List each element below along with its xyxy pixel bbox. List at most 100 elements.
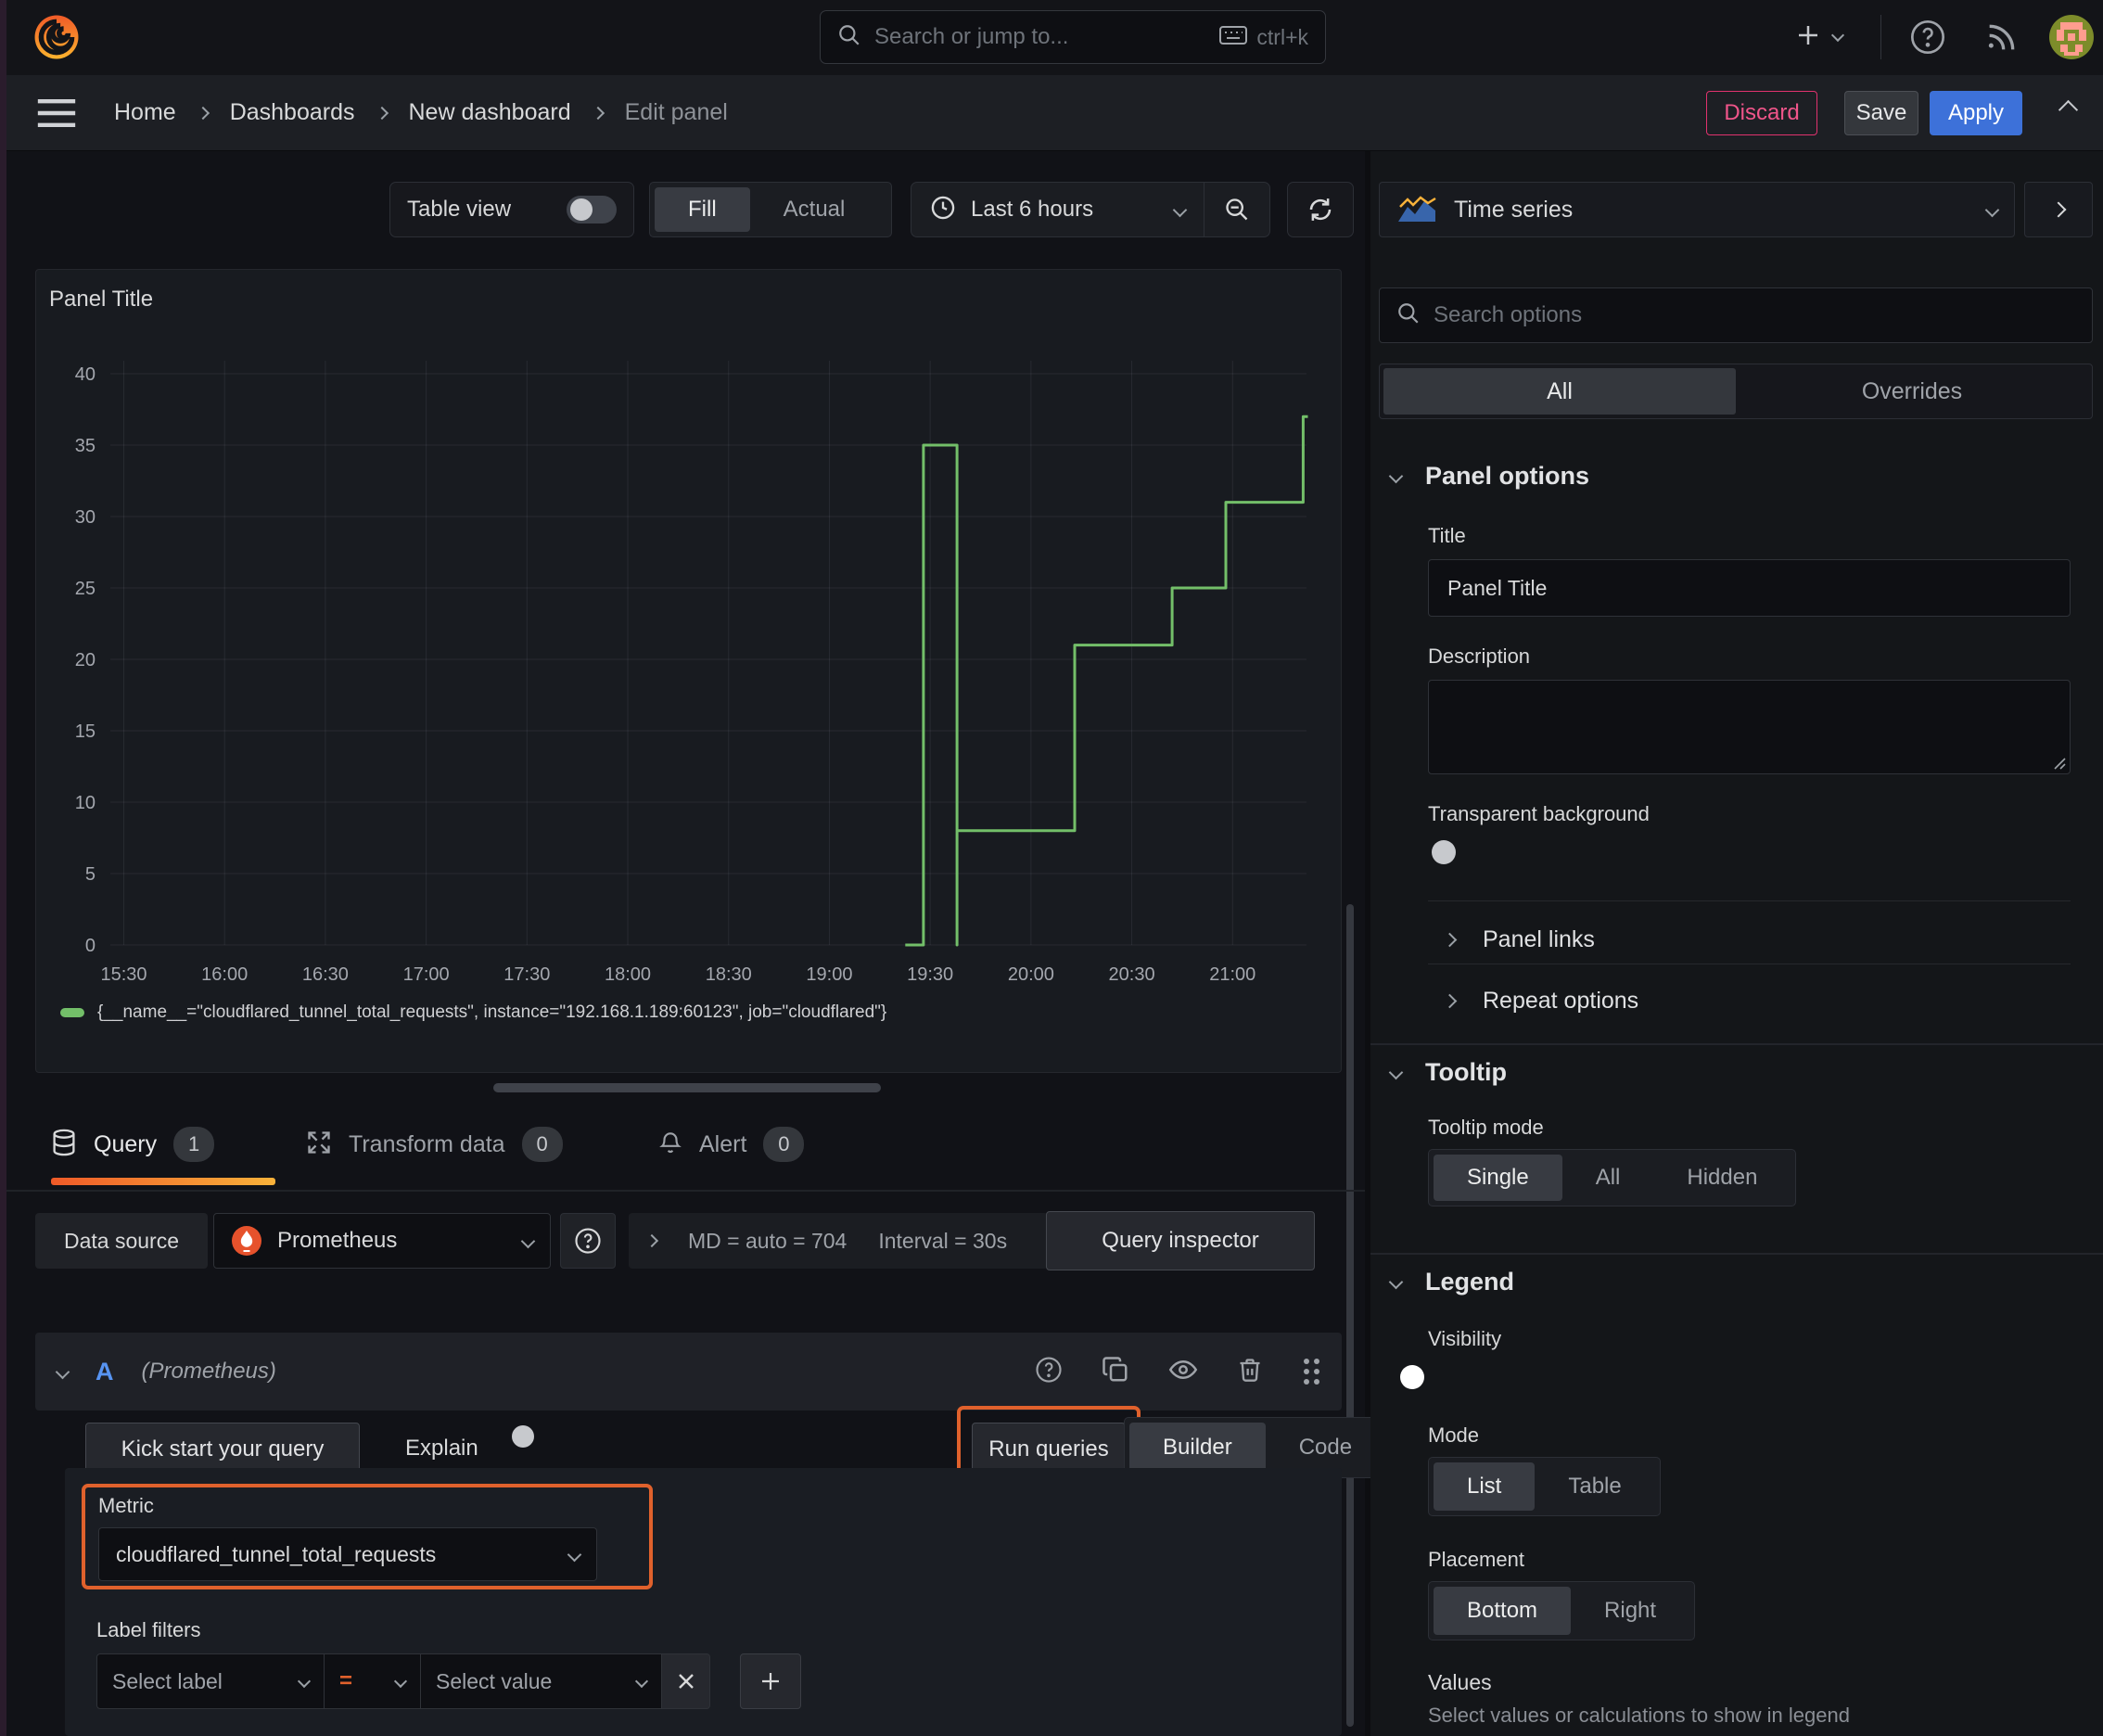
fill-actual-switch: Fill Actual — [649, 182, 892, 237]
kick-start-label: Kick start your query — [121, 1436, 325, 1462]
panel-links-section[interactable]: Panel links — [1442, 917, 1595, 962]
svg-text:35: 35 — [75, 436, 96, 456]
discard-button[interactable]: Discard — [1706, 91, 1817, 135]
chevron-down-icon — [297, 1674, 312, 1689]
active-tab-underline — [51, 1178, 275, 1185]
breadcrumb-bar: Home Dashboards New dashboard Edit panel… — [6, 75, 2103, 151]
datasource-label-chip: Data source — [35, 1213, 208, 1269]
grafana-logo[interactable] — [31, 10, 83, 64]
chevron-down-icon — [520, 1233, 536, 1248]
save-button[interactable]: Save — [1844, 91, 1918, 135]
user-avatar[interactable] — [2049, 15, 2094, 59]
add-button[interactable] — [1794, 17, 1845, 57]
chevron-down-icon — [1830, 28, 1845, 43]
tooltip-title: Tooltip — [1425, 1058, 1507, 1086]
values-label: Values — [1428, 1670, 1492, 1694]
time-range-control: Last 6 hours — [911, 182, 1270, 237]
tab-all[interactable]: All — [1383, 368, 1736, 415]
breadcrumb-home[interactable]: Home — [114, 99, 176, 126]
operator-dropdown[interactable]: = — [325, 1653, 421, 1709]
fill-option[interactable]: Fill — [655, 187, 750, 232]
add-filter-button[interactable] — [740, 1653, 801, 1709]
options-search-box[interactable]: Search options — [1379, 287, 2093, 343]
query-row-header[interactable]: A (Prometheus) — [35, 1333, 1342, 1410]
delete-query-icon[interactable] — [1237, 1356, 1263, 1388]
apply-button[interactable]: Apply — [1930, 91, 2022, 135]
tooltip-header[interactable]: Tooltip — [1388, 1058, 1507, 1087]
query-options-summary[interactable]: MD = auto = 704 Interval = 30s — [629, 1213, 1048, 1269]
time-range-picker[interactable]: Last 6 hours — [911, 183, 1204, 236]
news-rss-button[interactable] — [1983, 19, 2020, 60]
select-value-placeholder: Select value — [436, 1668, 553, 1693]
svg-text:30: 30 — [75, 507, 96, 528]
code-option[interactable]: Code — [1266, 1423, 1385, 1473]
remove-filter-button[interactable] — [662, 1653, 710, 1709]
visibility-label: Visibility — [1428, 1327, 1502, 1350]
panel-options-header[interactable]: Panel options — [1388, 462, 1589, 491]
query-ref-id[interactable]: A — [96, 1358, 114, 1386]
builder-option[interactable]: Builder — [1129, 1423, 1266, 1473]
actual-option[interactable]: Actual — [750, 187, 879, 232]
description-textarea[interactable] — [1428, 680, 2071, 774]
metric-select[interactable]: cloudflared_tunnel_total_requests — [98, 1527, 597, 1581]
table-view-toggle[interactable] — [567, 196, 617, 223]
tabs-divider — [6, 1190, 1365, 1192]
query-inspector-button[interactable]: Query inspector — [1046, 1211, 1315, 1270]
table-view-label: Table view — [407, 197, 512, 222]
interval-value: Interval = 30s — [878, 1228, 1008, 1253]
svg-text:5: 5 — [85, 864, 96, 885]
placement-right-option[interactable]: Right — [1571, 1587, 1689, 1635]
options-tabs: All Overrides — [1379, 364, 2093, 419]
tooltip-all-option[interactable]: All — [1562, 1155, 1654, 1201]
breadcrumb-new-dashboard[interactable]: New dashboard — [409, 99, 571, 126]
legend-series-label[interactable]: {__name__="cloudflared_tunnel_total_requ… — [97, 1002, 886, 1023]
left-pane-scrollbar[interactable] — [1346, 904, 1354, 1727]
zoom-out-button[interactable] — [1204, 183, 1269, 236]
time-series-chart[interactable]: 0 5 10 15 20 25 30 35 40 15:30 16:00 16:30 17:00 17:3… — [38, 344, 1336, 993]
tab-transform-data[interactable]: Transform data 0 — [306, 1113, 563, 1176]
select-label-dropdown[interactable]: Select label — [96, 1653, 325, 1709]
tab-query[interactable]: Query 1 — [51, 1113, 215, 1176]
panel-title[interactable]: Panel Title — [49, 287, 153, 313]
tab-overrides[interactable]: Overrides — [1736, 368, 2088, 415]
keyboard-icon — [1219, 25, 1248, 50]
pane-resize-handle[interactable] — [493, 1083, 881, 1092]
visualization-picker[interactable]: Time series — [1379, 182, 2015, 237]
legend-header[interactable]: Legend — [1388, 1268, 1515, 1296]
datasource-select[interactable]: Prometheus — [213, 1213, 551, 1269]
help-button[interactable] — [1909, 19, 1946, 60]
tooltip-hidden-option[interactable]: Hidden — [1653, 1155, 1791, 1201]
drag-handle-icon[interactable] — [1304, 1359, 1319, 1385]
hide-query-icon[interactable] — [1168, 1356, 1198, 1388]
query-help-icon[interactable] — [1035, 1356, 1063, 1388]
title-label: Title — [1428, 524, 1466, 547]
legend-mode-label: Mode — [1428, 1423, 1480, 1447]
legend-list-option[interactable]: List — [1434, 1462, 1536, 1511]
tab-alert[interactable]: Alert 0 — [658, 1113, 805, 1176]
database-icon — [51, 1129, 77, 1161]
legend-title: Legend — [1425, 1268, 1515, 1296]
duplicate-query-icon[interactable] — [1102, 1356, 1129, 1388]
placement-bottom-option[interactable]: Bottom — [1434, 1587, 1572, 1635]
open-viz-picker-button[interactable] — [2024, 182, 2093, 237]
description-label: Description — [1428, 645, 1531, 668]
collapse-query-icon[interactable] — [55, 1364, 70, 1379]
global-search-box[interactable]: Search or jump to... ctrl+k — [820, 10, 1326, 64]
chevron-down-icon — [1984, 202, 2000, 217]
legend-table-option[interactable]: Table — [1535, 1462, 1654, 1511]
datasource-help-button[interactable] — [560, 1213, 616, 1269]
menu-toggle-button[interactable] — [36, 97, 81, 129]
refresh-button[interactable] — [1287, 182, 1354, 237]
select-value-dropdown[interactable]: Select value — [421, 1653, 662, 1709]
collapse-options-button[interactable] — [2058, 99, 2079, 121]
breadcrumb-dashboards[interactable]: Dashboards — [230, 99, 355, 126]
plus-icon — [1794, 21, 1822, 54]
tooltip-single-option[interactable]: Single — [1434, 1155, 1562, 1201]
section-divider — [1370, 1253, 2103, 1255]
search-shortcut: ctrl+k — [1256, 24, 1308, 49]
query-datasource-name: (Prometheus) — [141, 1359, 276, 1384]
panel-title-input[interactable] — [1428, 559, 2071, 617]
legend-swatch[interactable] — [60, 1008, 84, 1017]
svg-text:40: 40 — [75, 364, 96, 385]
repeat-options-section[interactable]: Repeat options — [1442, 978, 1638, 1023]
